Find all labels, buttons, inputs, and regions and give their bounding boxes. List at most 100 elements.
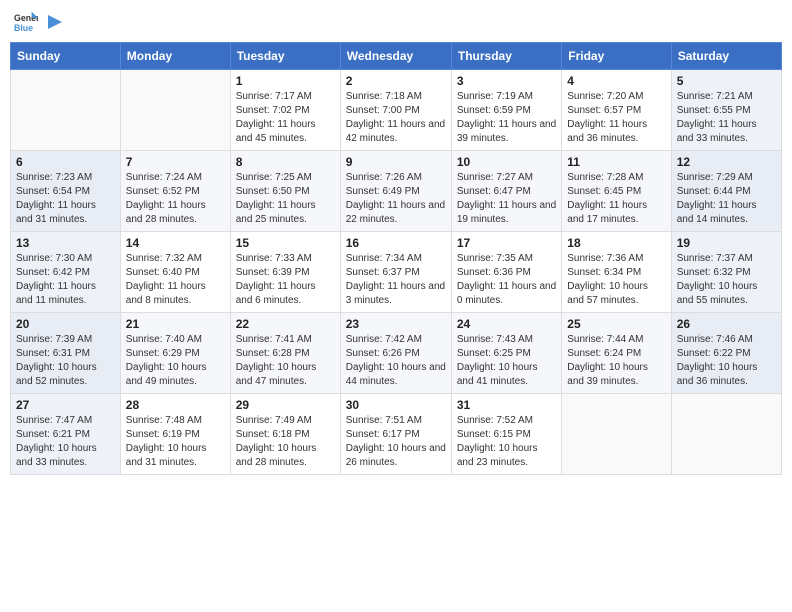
logo: General Blue bbox=[14, 10, 62, 34]
calendar-cell: 11 Sunrise: 7:28 AMSunset: 6:45 PMDayligh… bbox=[562, 151, 671, 232]
day-info: Sunrise: 7:29 AMSunset: 6:44 PMDaylight:… bbox=[677, 171, 776, 227]
day-number: 28 bbox=[126, 398, 225, 412]
day-number: 30 bbox=[346, 398, 446, 412]
day-number: 5 bbox=[677, 74, 776, 88]
day-number: 19 bbox=[677, 236, 776, 250]
day-info: Sunrise: 7:52 AMSunset: 6:15 PMDaylight:… bbox=[457, 414, 556, 470]
day-info: Sunrise: 7:24 AMSunset: 6:52 PMDaylight:… bbox=[126, 171, 225, 227]
calendar-cell: 26 Sunrise: 7:46 AMSunset: 6:22 PMDayligh… bbox=[671, 313, 781, 394]
day-info: Sunrise: 7:39 AMSunset: 6:31 PMDaylight:… bbox=[16, 333, 115, 389]
page-header: General Blue bbox=[10, 10, 782, 34]
calendar-week-row: 6Sunrise: 7:23 AMSunset: 6:54 PMDaylight… bbox=[11, 151, 782, 232]
day-number: 17 bbox=[457, 236, 556, 250]
day-number: 15 bbox=[236, 236, 335, 250]
calendar-header-monday: Monday bbox=[120, 43, 230, 70]
day-number: 27 bbox=[16, 398, 115, 412]
calendar-header-thursday: Thursday bbox=[451, 43, 561, 70]
calendar-week-row: 20 Sunrise: 7:39 AMSunset: 6:31 PMDayligh… bbox=[11, 313, 782, 394]
day-info: Sunrise: 7:27 AMSunset: 6:47 PMDaylight:… bbox=[457, 171, 556, 227]
day-number: 11 bbox=[567, 155, 665, 169]
day-number: 26 bbox=[677, 317, 776, 331]
calendar-cell: 23 Sunrise: 7:42 AMSunset: 6:26 PMDayligh… bbox=[340, 313, 451, 394]
logo-triangle-icon bbox=[44, 13, 62, 31]
calendar-header-friday: Friday bbox=[562, 43, 671, 70]
day-number: 20 bbox=[16, 317, 115, 331]
day-info: Sunrise: 7:41 AMSunset: 6:28 PMDaylight:… bbox=[236, 333, 335, 389]
calendar-header-tuesday: Tuesday bbox=[230, 43, 340, 70]
day-info: Sunrise: 7:35 AMSunset: 6:36 PMDaylight:… bbox=[457, 252, 556, 308]
day-number: 31 bbox=[457, 398, 556, 412]
calendar-cell: 25Sunrise: 7:44 AMSunset: 6:24 PMDayligh… bbox=[562, 313, 671, 394]
calendar-cell bbox=[562, 394, 671, 475]
calendar-cell: 2 Sunrise: 7:18 AMSunset: 7:00 PMDaylight… bbox=[340, 70, 451, 151]
calendar-cell: 13Sunrise: 7:30 AMSunset: 6:42 PMDayligh… bbox=[11, 232, 121, 313]
day-info: Sunrise: 7:19 AMSunset: 6:59 PMDaylight:… bbox=[457, 90, 556, 146]
day-info: Sunrise: 7:33 AMSunset: 6:39 PMDaylight:… bbox=[236, 252, 335, 308]
day-info: Sunrise: 7:28 AMSunset: 6:45 PMDaylight:… bbox=[567, 171, 665, 227]
day-number: 21 bbox=[126, 317, 225, 331]
calendar-cell: 5 Sunrise: 7:21 AMSunset: 6:55 PMDaylight… bbox=[671, 70, 781, 151]
day-number: 7 bbox=[126, 155, 225, 169]
day-number: 2 bbox=[346, 74, 446, 88]
day-info: Sunrise: 7:46 AMSunset: 6:22 PMDaylight:… bbox=[677, 333, 776, 389]
calendar-cell: 29Sunrise: 7:49 AMSunset: 6:18 PMDayligh… bbox=[230, 394, 340, 475]
calendar-header-saturday: Saturday bbox=[671, 43, 781, 70]
calendar-table: SundayMondayTuesdayWednesdayThursdayFrid… bbox=[10, 42, 782, 475]
day-number: 22 bbox=[236, 317, 335, 331]
calendar-cell bbox=[11, 70, 121, 151]
day-info: Sunrise: 7:32 AMSunset: 6:40 PMDaylight:… bbox=[126, 252, 225, 308]
calendar-cell: 22 Sunrise: 7:41 AMSunset: 6:28 PMDayligh… bbox=[230, 313, 340, 394]
day-info: Sunrise: 7:25 AMSunset: 6:50 PMDaylight:… bbox=[236, 171, 335, 227]
day-info: Sunrise: 7:37 AMSunset: 6:32 PMDaylight:… bbox=[677, 252, 776, 308]
calendar-cell: 17 Sunrise: 7:35 AMSunset: 6:36 PMDayligh… bbox=[451, 232, 561, 313]
calendar-cell: 6Sunrise: 7:23 AMSunset: 6:54 PMDaylight… bbox=[11, 151, 121, 232]
day-info: Sunrise: 7:17 AMSunset: 7:02 PMDaylight:… bbox=[236, 90, 335, 146]
calendar-cell: 3 Sunrise: 7:19 AMSunset: 6:59 PMDaylight… bbox=[451, 70, 561, 151]
calendar-cell: 30 Sunrise: 7:51 AMSunset: 6:17 PMDayligh… bbox=[340, 394, 451, 475]
day-info: Sunrise: 7:51 AMSunset: 6:17 PMDaylight:… bbox=[346, 414, 446, 470]
calendar-cell: 1 Sunrise: 7:17 AMSunset: 7:02 PMDaylight… bbox=[230, 70, 340, 151]
day-number: 3 bbox=[457, 74, 556, 88]
calendar-header-sunday: Sunday bbox=[11, 43, 121, 70]
day-info: Sunrise: 7:18 AMSunset: 7:00 PMDaylight:… bbox=[346, 90, 446, 146]
calendar-cell: 18Sunrise: 7:36 AMSunset: 6:34 PMDayligh… bbox=[562, 232, 671, 313]
day-info: Sunrise: 7:21 AMSunset: 6:55 PMDaylight:… bbox=[677, 90, 776, 146]
day-info: Sunrise: 7:20 AMSunset: 6:57 PMDaylight:… bbox=[567, 90, 665, 146]
day-number: 25 bbox=[567, 317, 665, 331]
calendar-cell: 20 Sunrise: 7:39 AMSunset: 6:31 PMDayligh… bbox=[11, 313, 121, 394]
calendar-cell: 12 Sunrise: 7:29 AMSunset: 6:44 PMDayligh… bbox=[671, 151, 781, 232]
day-number: 8 bbox=[236, 155, 335, 169]
calendar-cell: 4Sunrise: 7:20 AMSunset: 6:57 PMDaylight… bbox=[562, 70, 671, 151]
calendar-header-row: SundayMondayTuesdayWednesdayThursdayFrid… bbox=[11, 43, 782, 70]
day-info: Sunrise: 7:36 AMSunset: 6:34 PMDaylight:… bbox=[567, 252, 665, 308]
calendar-week-row: 27 Sunrise: 7:47 AMSunset: 6:21 PMDayligh… bbox=[11, 394, 782, 475]
calendar-cell: 7 Sunrise: 7:24 AMSunset: 6:52 PMDaylight… bbox=[120, 151, 230, 232]
day-number: 29 bbox=[236, 398, 335, 412]
calendar-cell: 24 Sunrise: 7:43 AMSunset: 6:25 PMDayligh… bbox=[451, 313, 561, 394]
day-info: Sunrise: 7:47 AMSunset: 6:21 PMDaylight:… bbox=[16, 414, 115, 470]
day-number: 16 bbox=[346, 236, 446, 250]
calendar-cell bbox=[671, 394, 781, 475]
day-info: Sunrise: 7:43 AMSunset: 6:25 PMDaylight:… bbox=[457, 333, 556, 389]
day-number: 9 bbox=[346, 155, 446, 169]
calendar-cell: 15 Sunrise: 7:33 AMSunset: 6:39 PMDayligh… bbox=[230, 232, 340, 313]
calendar-cell bbox=[120, 70, 230, 151]
calendar-cell: 21Sunrise: 7:40 AMSunset: 6:29 PMDayligh… bbox=[120, 313, 230, 394]
day-info: Sunrise: 7:26 AMSunset: 6:49 PMDaylight:… bbox=[346, 171, 446, 227]
day-info: Sunrise: 7:42 AMSunset: 6:26 PMDaylight:… bbox=[346, 333, 446, 389]
day-info: Sunrise: 7:48 AMSunset: 6:19 PMDaylight:… bbox=[126, 414, 225, 470]
day-number: 12 bbox=[677, 155, 776, 169]
svg-text:Blue: Blue bbox=[14, 23, 33, 33]
calendar-cell: 16 Sunrise: 7:34 AMSunset: 6:37 PMDayligh… bbox=[340, 232, 451, 313]
day-number: 1 bbox=[236, 74, 335, 88]
calendar-cell: 27 Sunrise: 7:47 AMSunset: 6:21 PMDayligh… bbox=[11, 394, 121, 475]
day-number: 24 bbox=[457, 317, 556, 331]
calendar-cell: 10 Sunrise: 7:27 AMSunset: 6:47 PMDayligh… bbox=[451, 151, 561, 232]
calendar-week-row: 1 Sunrise: 7:17 AMSunset: 7:02 PMDaylight… bbox=[11, 70, 782, 151]
day-number: 6 bbox=[16, 155, 115, 169]
calendar-cell: 28 Sunrise: 7:48 AMSunset: 6:19 PMDayligh… bbox=[120, 394, 230, 475]
day-number: 23 bbox=[346, 317, 446, 331]
day-number: 13 bbox=[16, 236, 115, 250]
day-info: Sunrise: 7:34 AMSunset: 6:37 PMDaylight:… bbox=[346, 252, 446, 308]
day-number: 10 bbox=[457, 155, 556, 169]
